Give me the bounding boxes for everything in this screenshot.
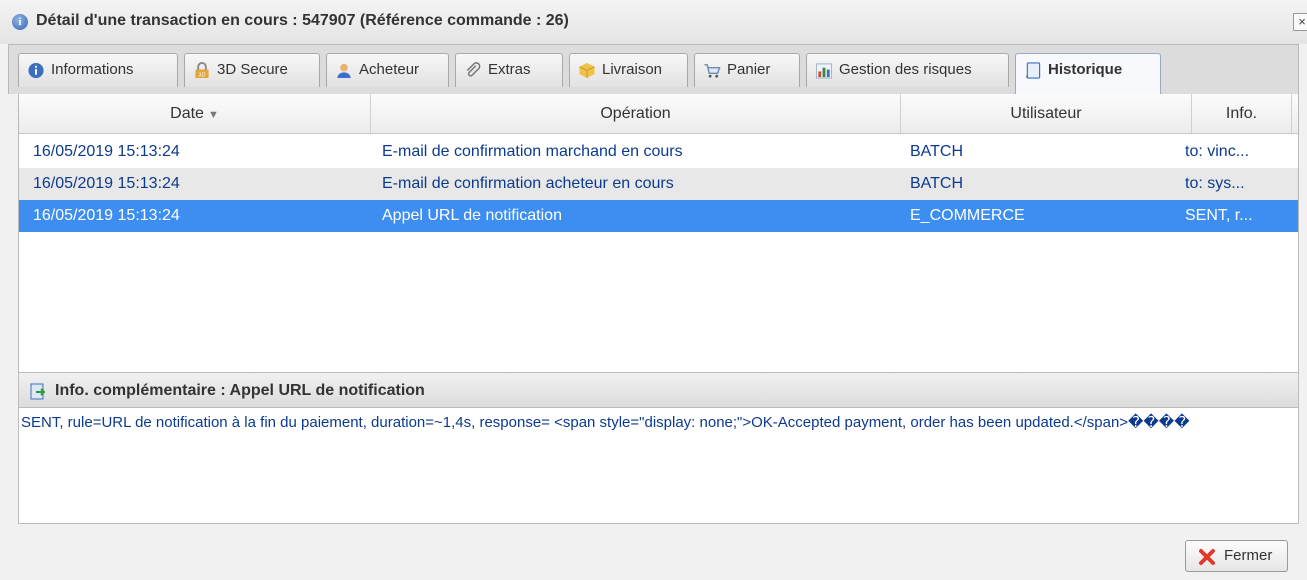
- tab-extras[interactable]: Extras: [455, 53, 563, 87]
- column-header-utilisateur[interactable]: Utilisateur: [901, 94, 1192, 133]
- package-icon: [579, 62, 595, 79]
- tab-acheteur[interactable]: Acheteur: [326, 53, 449, 87]
- tab-label: Acheteur: [359, 61, 420, 78]
- cell-user: BATCH: [910, 143, 964, 160]
- tab-label: Panier: [727, 61, 771, 78]
- cell-user: E_COMMERCE: [910, 207, 1025, 224]
- column-header-operation[interactable]: Opération: [371, 94, 901, 133]
- cell-info: SENT, r...: [1185, 207, 1253, 224]
- tab-label: Livraison: [602, 61, 663, 78]
- chart-icon: [815, 63, 833, 79]
- close-button[interactable]: Fermer: [1185, 540, 1288, 572]
- cart-icon: [704, 64, 721, 78]
- paperclip-icon: [466, 62, 481, 77]
- window-titlebar: i Détail d'une transaction en cours : 54…: [0, 0, 1307, 44]
- window-title: Détail d'une transaction en cours : 5479…: [36, 12, 569, 29]
- history-grid: Date ▼ Opération Utilisateur Info. 16/05/…: [18, 94, 1299, 372]
- info-panel-header: Info. complémentaire : Appel URL de noti…: [18, 372, 1299, 408]
- cell-date: 16/05/2019 15:13:24: [33, 175, 180, 192]
- tab-label: Gestion des risques: [839, 61, 972, 78]
- column-header-label: Date: [170, 105, 204, 122]
- tab-informations[interactable]: Informations: [18, 53, 178, 87]
- info-icon: i: [12, 14, 28, 30]
- scroll-icon: [1026, 62, 1041, 79]
- tab-label: Extras: [488, 61, 531, 78]
- column-header-info[interactable]: Info.: [1192, 94, 1292, 133]
- info-icon: [28, 62, 44, 79]
- cell-operation: E-mail de confirmation acheteur en cours: [382, 175, 674, 192]
- tab-strip: Informations 3D 3D Secure Acheteur Extra…: [8, 44, 1299, 95]
- info-panel-title: Info. complémentaire : Appel URL de noti…: [55, 382, 425, 399]
- cell-date: 16/05/2019 15:13:24: [33, 207, 180, 224]
- tab-label: 3D Secure: [217, 61, 288, 78]
- tab-livraison[interactable]: Livraison: [569, 53, 688, 87]
- cell-user: BATCH: [910, 175, 964, 192]
- svg-text:3D: 3D: [198, 73, 205, 79]
- info-panel-body: SENT, rule=URL de notification à la fin …: [18, 408, 1299, 524]
- cell-date: 16/05/2019 15:13:24: [33, 143, 180, 160]
- user-icon: [337, 63, 351, 79]
- column-header-date[interactable]: Date ▼: [19, 94, 371, 133]
- document-arrow-icon: [30, 383, 46, 400]
- cell-operation: Appel URL de notification: [382, 207, 562, 224]
- close-icon: [1199, 549, 1215, 565]
- grid-header: Date ▼ Opération Utilisateur Info.: [19, 94, 1298, 134]
- close-button-label: Fermer: [1224, 547, 1273, 564]
- cell-info: to: sys...: [1185, 175, 1245, 192]
- table-row[interactable]: 16/05/2019 15:13:24 E-mail de confirmati…: [19, 136, 1298, 168]
- tab-label: Historique: [1048, 61, 1123, 78]
- tab-label: Informations: [51, 61, 134, 78]
- sort-down-icon: ▼: [207, 109, 219, 121]
- tab-gestion-des-risques[interactable]: Gestion des risques: [806, 53, 1009, 87]
- tab-historique[interactable]: Historique: [1015, 53, 1161, 95]
- cell-operation: E-mail de confirmation marchand en cours: [382, 143, 683, 160]
- lock-3d-icon: 3D: [195, 62, 209, 79]
- close-window-button[interactable]: ×: [1293, 13, 1307, 31]
- tab-panier[interactable]: Panier: [694, 53, 800, 87]
- tab-3d-secure[interactable]: 3D 3D Secure: [184, 53, 320, 87]
- table-row[interactable]: 16/05/2019 15:13:24 E-mail de confirmati…: [19, 168, 1298, 200]
- table-row-selected[interactable]: 16/05/2019 15:13:24 Appel URL de notific…: [19, 200, 1298, 232]
- cell-info: to: vinc...: [1185, 143, 1250, 160]
